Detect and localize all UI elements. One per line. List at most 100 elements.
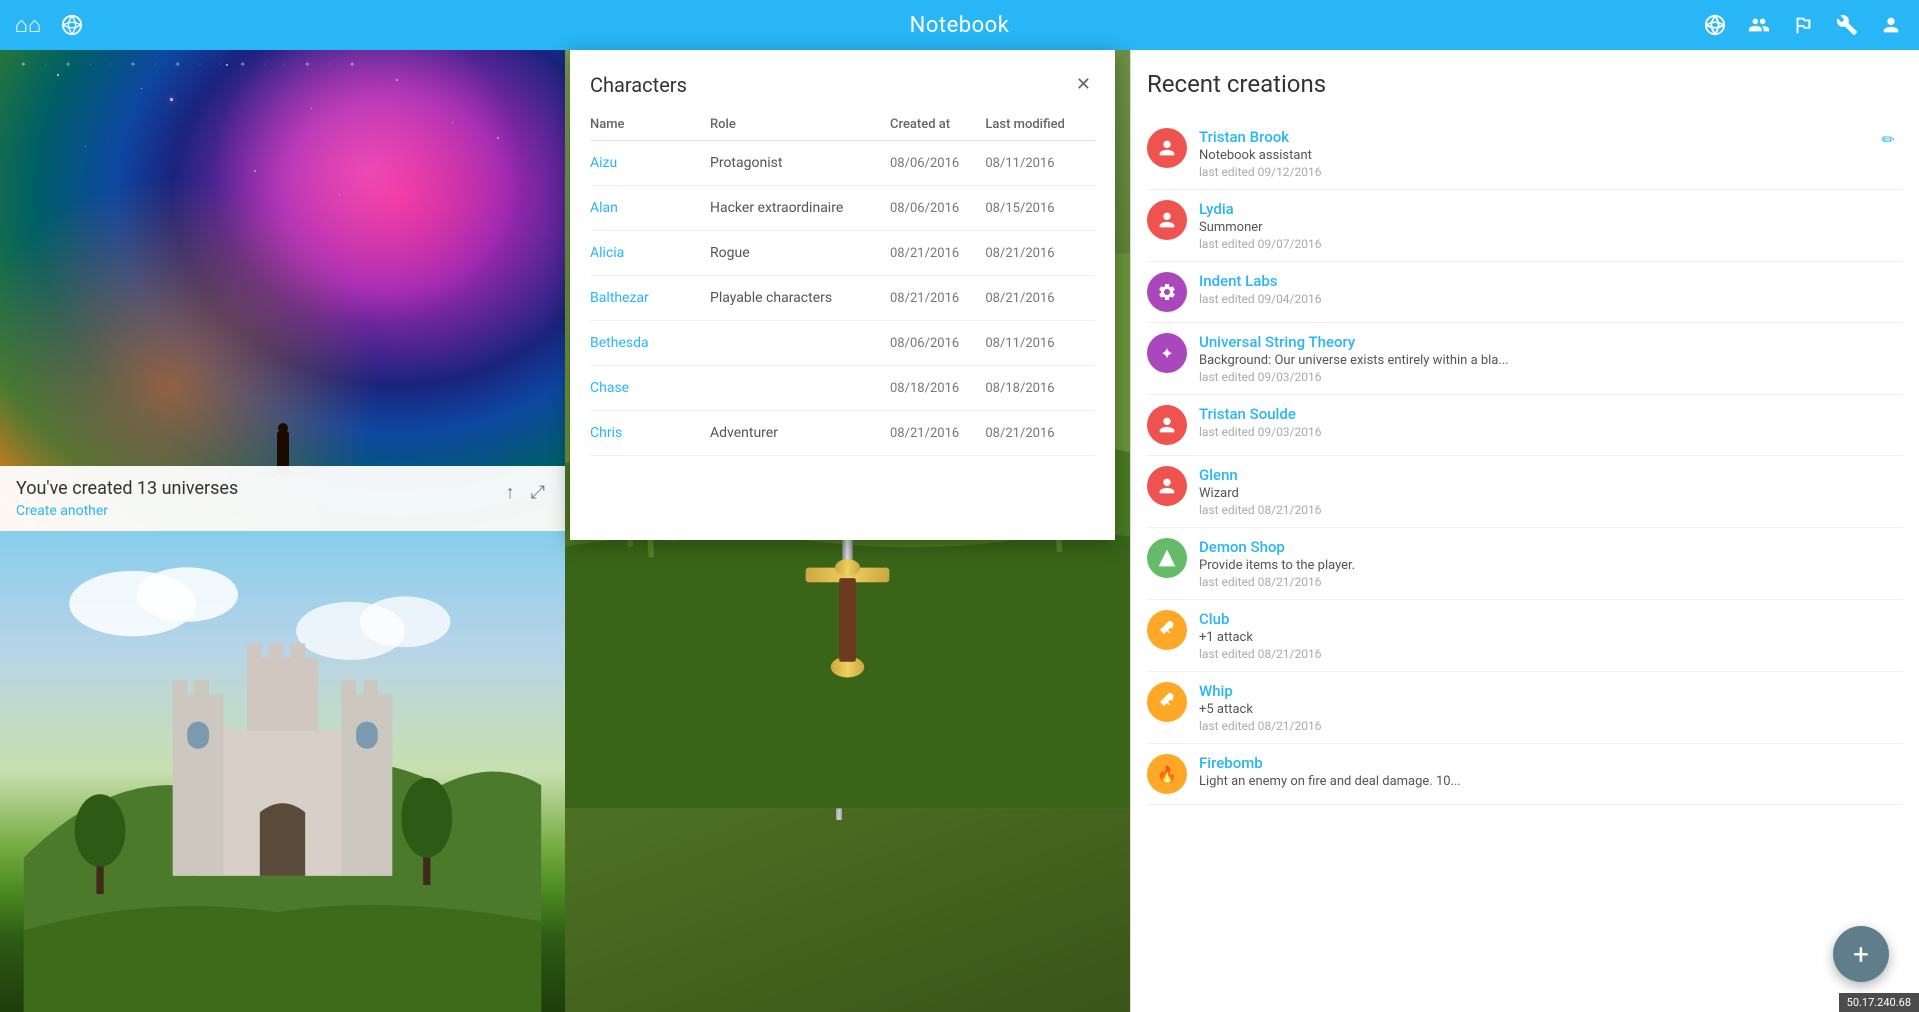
char-role: Rogue: [710, 231, 890, 276]
char-created: 08/18/2016: [890, 366, 985, 411]
char-role: Adventurer: [710, 411, 890, 456]
list-item[interactable]: Whip +5 attack last edited 08/21/2016: [1147, 672, 1903, 744]
tools-icon[interactable]: [1835, 13, 1859, 37]
app-header: ⌂ Notebook: [0, 0, 1919, 50]
item-date: last edited 09/03/2016: [1199, 370, 1903, 384]
table-row[interactable]: Aizu Protagonist 08/06/2016 08/11/2016: [590, 141, 1095, 186]
char-created: 08/06/2016: [890, 186, 985, 231]
item-desc: Notebook assistant: [1199, 148, 1759, 163]
item-desc: Background: Our universe exists entirely…: [1199, 353, 1759, 368]
item-name: Demon Shop: [1199, 538, 1903, 556]
item-content: Tristan Brook Notebook assistant last ed…: [1199, 128, 1903, 179]
char-name[interactable]: Aizu: [590, 141, 710, 186]
item-content: Indent Labs last edited 09/04/2016: [1199, 272, 1903, 306]
table-row[interactable]: Chase 08/18/2016 08/18/2016: [590, 366, 1095, 411]
ip-badge: 50.17.240.68: [1839, 993, 1919, 1012]
fab-button[interactable]: +: [1833, 926, 1889, 982]
main-content: You've created 13 universes Create anoth…: [0, 50, 1919, 1012]
item-date: last edited 09/03/2016: [1199, 425, 1903, 439]
header-right-nav: [1703, 13, 1903, 37]
char-name[interactable]: Chris: [590, 411, 710, 456]
item-avatar: [1147, 610, 1187, 650]
item-avatar: [1147, 200, 1187, 240]
castle-universe-card[interactable]: [0, 531, 565, 1012]
edit-icon[interactable]: ✏: [1882, 130, 1895, 149]
globe-icon2[interactable]: [1703, 13, 1727, 37]
list-item[interactable]: Glenn Wizard last edited 08/21/2016: [1147, 456, 1903, 528]
content-area: You've created 13 universes Create anoth…: [0, 50, 1130, 1012]
char-created: 08/21/2016: [890, 411, 985, 456]
char-name[interactable]: Balthezar: [590, 276, 710, 321]
item-date: last edited 08/21/2016: [1199, 503, 1903, 517]
item-desc: Summoner: [1199, 220, 1759, 235]
item-avatar: [1147, 128, 1187, 168]
item-name: Whip: [1199, 682, 1903, 700]
char-name[interactable]: Alan: [590, 186, 710, 231]
char-created: 08/21/2016: [890, 231, 985, 276]
recent-items-list: Tristan Brook Notebook assistant last ed…: [1147, 118, 1903, 805]
create-another-link[interactable]: Create another: [16, 503, 238, 519]
char-role: Hacker extraordinaire: [710, 186, 890, 231]
item-content: Whip +5 attack last edited 08/21/2016: [1199, 682, 1903, 733]
mountains-icon[interactable]: [1791, 13, 1815, 37]
home-icon[interactable]: ⌂: [16, 13, 40, 37]
item-desc: Wizard: [1199, 486, 1759, 501]
list-item[interactable]: Tristan Brook Notebook assistant last ed…: [1147, 118, 1903, 190]
char-modified: 08/21/2016: [985, 231, 1095, 276]
item-name: Lydia: [1199, 200, 1903, 218]
item-content: Club +1 attack last edited 08/21/2016: [1199, 610, 1903, 661]
characters-table-container[interactable]: Name Role Created at Last modified Aizu …: [570, 109, 1115, 540]
char-modified: 08/21/2016: [985, 411, 1095, 456]
char-name[interactable]: Chase: [590, 366, 710, 411]
item-avatar: 🔥: [1147, 754, 1187, 794]
castle-background: [0, 531, 565, 1012]
item-name: Universal String Theory: [1199, 333, 1903, 351]
item-name: Firebomb: [1199, 754, 1903, 772]
people-icon[interactable]: [1747, 13, 1771, 37]
list-item[interactable]: Club +1 attack last edited 08/21/2016: [1147, 600, 1903, 672]
right-sidebar: Recent creations Tristan Brook Notebook …: [1130, 50, 1919, 1012]
char-name[interactable]: Alicia: [590, 231, 710, 276]
table-row[interactable]: Chris Adventurer 08/21/2016 08/21/2016: [590, 411, 1095, 456]
galaxy-universe-card[interactable]: You've created 13 universes Create anoth…: [0, 50, 565, 531]
item-desc: +5 attack: [1199, 702, 1759, 717]
item-date: last edited 08/21/2016: [1199, 719, 1903, 733]
characters-panel: Characters ✕ Name Role Created at Last m…: [570, 50, 1115, 540]
upload-button[interactable]: ↑: [502, 478, 519, 507]
list-item[interactable]: Lydia Summoner last edited 09/07/2016: [1147, 190, 1903, 262]
globe-icon[interactable]: [60, 13, 84, 37]
expand-button[interactable]: ⤢: [527, 478, 549, 507]
list-item[interactable]: ✦ Universal String Theory Background: Ou…: [1147, 323, 1903, 395]
table-row[interactable]: Balthezar Playable characters 08/21/2016…: [590, 276, 1095, 321]
list-item[interactable]: Indent Labs last edited 09/04/2016: [1147, 262, 1903, 323]
item-date: last edited 09/04/2016: [1199, 292, 1903, 306]
item-name: Tristan Brook: [1199, 128, 1903, 146]
table-row[interactable]: Alan Hacker extraordinaire 08/06/2016 08…: [590, 186, 1095, 231]
item-content: Lydia Summoner last edited 09/07/2016: [1199, 200, 1903, 251]
char-modified: 08/18/2016: [985, 366, 1095, 411]
col-modified: Last modified: [985, 109, 1095, 141]
char-name[interactable]: Bethesda: [590, 321, 710, 366]
item-avatar: ✦: [1147, 333, 1187, 373]
list-item[interactable]: Demon Shop Provide items to the player. …: [1147, 528, 1903, 600]
table-row[interactable]: Alicia Rogue 08/21/2016 08/21/2016: [590, 231, 1095, 276]
list-item[interactable]: 🔥 Firebomb Light an enemy on fire and de…: [1147, 744, 1903, 805]
col-role: Role: [710, 109, 890, 141]
item-content: Tristan Soulde last edited 09/03/2016: [1199, 405, 1903, 439]
item-avatar: [1147, 538, 1187, 578]
close-panel-button[interactable]: ✕: [1072, 70, 1095, 99]
list-item[interactable]: Tristan Soulde last edited 09/03/2016: [1147, 395, 1903, 456]
char-modified: 08/21/2016: [985, 276, 1095, 321]
item-content: Demon Shop Provide items to the player. …: [1199, 538, 1903, 589]
account-icon[interactable]: [1879, 13, 1903, 37]
table-row[interactable]: Bethesda 08/06/2016 08/11/2016: [590, 321, 1095, 366]
app-title: Notebook: [910, 13, 1010, 38]
char-modified: 08/11/2016: [985, 321, 1095, 366]
item-name: Tristan Soulde: [1199, 405, 1903, 423]
col-created: Created at: [890, 109, 985, 141]
char-created: 08/06/2016: [890, 321, 985, 366]
item-date: last edited 09/12/2016: [1199, 165, 1903, 179]
char-role: Protagonist: [710, 141, 890, 186]
universe-info-text: You've created 13 universes Create anoth…: [16, 478, 238, 519]
characters-table: Name Role Created at Last modified Aizu …: [590, 109, 1095, 456]
